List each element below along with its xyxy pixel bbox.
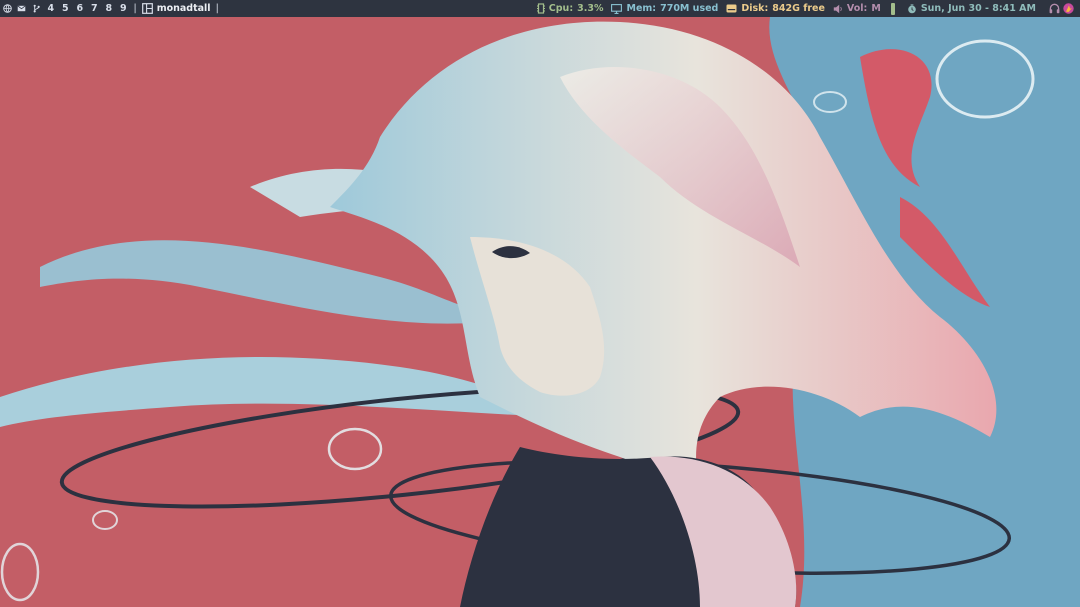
bar-right-section: Cpu: 3.3% Mem: 770M used Disk: 842G free — [533, 0, 1080, 17]
workspace-6[interactable]: 6 — [73, 0, 88, 17]
bar-left-section: 4 5 6 7 8 9 | monadtall | — [0, 0, 533, 17]
workspace-5[interactable]: 5 — [58, 0, 73, 17]
speaker-icon — [833, 4, 843, 14]
disk-label: Disk: — [741, 3, 769, 14]
volume-label: Vol: — [846, 3, 868, 14]
battery-icon — [890, 2, 895, 15]
workspace-1-globe-icon[interactable] — [0, 0, 15, 17]
workspace-4[interactable]: 4 — [44, 0, 59, 17]
cpu-value: 3.3% — [577, 3, 604, 14]
clock-icon — [907, 3, 917, 14]
mem-value: 770M used — [660, 3, 719, 14]
mem-label: Mem: — [626, 3, 657, 14]
desktop: 4 5 6 7 8 9 | monadtall | Cpu: 3.3% Mem:… — [0, 0, 1080, 607]
clock-widget[interactable]: Sun, Jun 30 - 8:41 AM — [903, 0, 1040, 17]
workspace-8[interactable]: 8 — [102, 0, 117, 17]
cpu-widget: Cpu: 3.3% — [533, 0, 608, 17]
volume-widget[interactable]: Vol: M — [829, 0, 885, 17]
disk-value: 842G free — [772, 3, 825, 14]
top-bar: 4 5 6 7 8 9 | monadtall | Cpu: 3.3% Mem:… — [0, 0, 1080, 17]
separator: | — [215, 3, 219, 14]
workspace-9[interactable]: 9 — [116, 0, 131, 17]
workspace-7[interactable]: 7 — [87, 0, 102, 17]
workspace-2-mail-icon[interactable] — [15, 0, 30, 17]
system-tray — [1046, 3, 1074, 14]
hard-drive-icon — [726, 4, 737, 13]
cpu-chip-icon — [536, 3, 545, 14]
volume-value: M — [871, 3, 881, 14]
monitor-icon — [611, 3, 623, 14]
layout-icon[interactable] — [140, 3, 157, 14]
clock-value: Sun, Jun 30 - 8:41 AM — [920, 3, 1036, 14]
app-indicator-icon[interactable] — [1063, 3, 1074, 14]
workspace-3-git-branch-icon[interactable] — [29, 0, 44, 17]
disk-widget: Disk: 842G free — [722, 0, 829, 17]
headphones-icon[interactable] — [1049, 3, 1060, 14]
layout-name: monadtall — [156, 3, 211, 14]
separator: | — [133, 3, 137, 14]
cpu-label: Cpu: — [548, 3, 574, 14]
mem-widget: Mem: 770M used — [607, 0, 722, 17]
wallpaper — [0, 17, 1080, 607]
